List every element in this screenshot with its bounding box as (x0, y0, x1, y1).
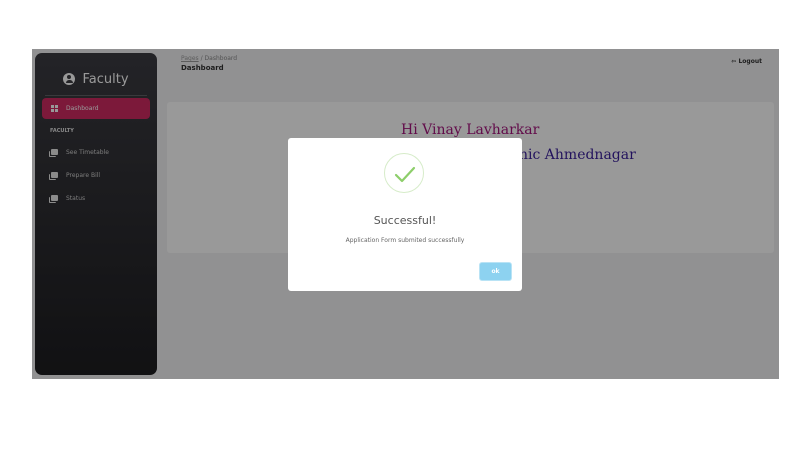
dialog-message: Application Form submited successfully (345, 237, 465, 244)
dialog-title: Successful! (373, 214, 437, 227)
check-icon (384, 153, 424, 193)
success-dialog: Successful! Application Form submited su… (288, 138, 522, 291)
ok-button[interactable]: ok (479, 262, 512, 281)
